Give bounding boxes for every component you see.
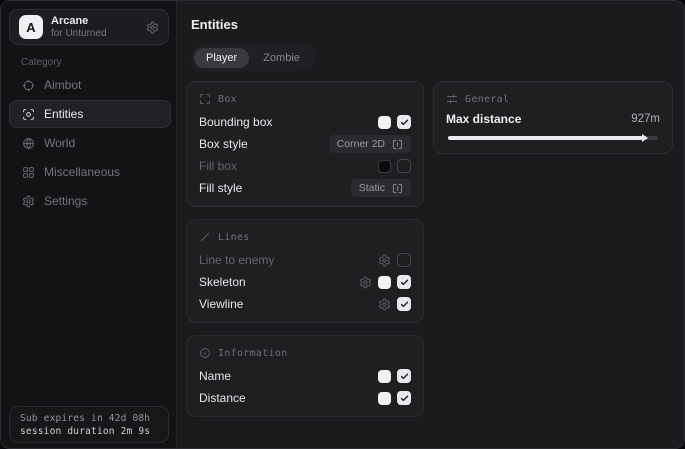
app-header-card: A Arcane for Unturned [9, 9, 169, 45]
skeleton-color-swatch[interactable] [378, 276, 391, 289]
bounding-box-checkbox[interactable] [397, 115, 411, 129]
box-section-card: Box Bounding box Box style Corner 2D [186, 81, 424, 207]
session-duration-text: session duration 2m 9s [20, 426, 158, 437]
sliders-icon [446, 93, 458, 105]
sidebar-item-label: World [44, 136, 75, 150]
max-distance-value: 927m [631, 113, 660, 125]
sidebar-item-settings[interactable]: Settings [9, 187, 171, 215]
information-section-card: Information Name Distance [186, 335, 424, 417]
sidebar-item-label: Settings [44, 194, 87, 208]
viewline-gear-icon[interactable] [378, 298, 391, 311]
sidebar-item-entities[interactable]: Entities [9, 100, 171, 128]
fill-box-label: Fill box [199, 159, 237, 173]
distance-color-swatch[interactable] [378, 392, 391, 405]
viewline-row: Viewline [199, 293, 411, 315]
info-icon [199, 347, 211, 359]
main-content: Entities Player Zombie Box Bounding box [177, 1, 684, 448]
skeleton-row: Skeleton [199, 271, 411, 293]
general-section-card: General Max distance 927m [433, 81, 673, 154]
app-window: A Arcane for Unturned Category Aimbot En… [0, 0, 685, 449]
gear-icon [22, 195, 35, 208]
sidebar-nav: Aimbot Entities World Miscellaneous Sett… [9, 71, 171, 215]
settings-column-right: General Max distance 927m [433, 81, 673, 166]
settings-column-left: Box Bounding box Box style Corner 2D [186, 81, 424, 429]
lines-section-header: Lines [199, 228, 411, 246]
sidebar-item-aimbot[interactable]: Aimbot [9, 71, 171, 99]
max-distance-label: Max distance [446, 112, 521, 126]
app-subtitle: for Unturned [51, 28, 107, 40]
box-style-row: Box style Corner 2D [199, 133, 411, 155]
section-title: Box [218, 94, 237, 105]
entities-scan-icon [22, 108, 35, 121]
select-icon [392, 183, 403, 194]
sidebar-item-label: Entities [44, 107, 83, 121]
sub-expiry-text: Sub expires in 42d 08h [20, 413, 158, 424]
box-select-icon [199, 93, 211, 105]
fill-style-row: Fill style Static [199, 177, 411, 199]
lines-section-card: Lines Line to enemy Skeleton [186, 219, 424, 323]
page-title: Entities [191, 17, 238, 32]
name-color-swatch[interactable] [378, 370, 391, 383]
bounding-box-color-swatch[interactable] [378, 116, 391, 129]
line-to-enemy-gear-icon[interactable] [378, 254, 391, 267]
sidebar-item-label: Miscellaneous [44, 165, 120, 179]
bounding-box-label: Bounding box [199, 115, 272, 129]
tab-zombie[interactable]: Zombie [251, 48, 312, 68]
globe-icon [22, 137, 35, 150]
app-settings-gear-icon[interactable] [146, 21, 159, 34]
line-to-enemy-label: Line to enemy [199, 253, 274, 267]
line-to-enemy-row: Line to enemy [199, 249, 411, 271]
fill-box-color-swatch[interactable] [378, 160, 391, 173]
grid-icon [22, 166, 35, 179]
fill-style-label: Fill style [199, 181, 242, 195]
skeleton-gear-icon[interactable] [359, 276, 372, 289]
viewline-label: Viewline [199, 297, 243, 311]
box-style-dropdown[interactable]: Corner 2D [329, 135, 411, 153]
select-icon [392, 139, 403, 150]
slider-fill-and-thumb[interactable] [448, 136, 643, 140]
box-style-label: Box style [199, 137, 248, 151]
sidebar-item-label: Aimbot [44, 78, 81, 92]
name-checkbox[interactable] [397, 369, 411, 383]
sidebar: A Arcane for Unturned Category Aimbot En… [1, 1, 177, 448]
box-section-header: Box [199, 90, 411, 108]
section-title: Information [218, 348, 288, 359]
fill-box-row: Fill box [199, 155, 411, 177]
app-logo: A [19, 15, 43, 39]
sidebar-item-world[interactable]: World [9, 129, 171, 157]
subscription-info-card: Sub expires in 42d 08h session duration … [9, 406, 169, 443]
max-distance-row: Max distance 927m [446, 112, 660, 126]
category-label: Category [21, 57, 62, 68]
distance-row: Distance [199, 387, 411, 409]
information-section-header: Information [199, 344, 411, 362]
viewline-checkbox[interactable] [397, 297, 411, 311]
box-style-value: Corner 2D [337, 138, 385, 150]
fill-style-dropdown[interactable]: Static [351, 179, 411, 197]
diagonal-line-icon [199, 231, 211, 243]
entity-tabs: Player Zombie [191, 45, 315, 71]
skeleton-checkbox[interactable] [397, 275, 411, 289]
line-to-enemy-checkbox[interactable] [397, 253, 411, 267]
bounding-box-row: Bounding box [199, 111, 411, 133]
name-row: Name [199, 365, 411, 387]
skeleton-label: Skeleton [199, 275, 246, 289]
sidebar-item-miscellaneous[interactable]: Miscellaneous [9, 158, 171, 186]
distance-checkbox[interactable] [397, 391, 411, 405]
fill-box-checkbox[interactable] [397, 159, 411, 173]
section-title: General [465, 94, 509, 105]
app-name: Arcane [51, 15, 107, 28]
section-title: Lines [218, 232, 250, 243]
max-distance-slider[interactable] [448, 136, 658, 140]
fill-style-value: Static [359, 182, 385, 194]
crosshair-icon [22, 79, 35, 92]
name-label: Name [199, 369, 231, 383]
tab-player[interactable]: Player [194, 48, 249, 68]
general-section-header: General [446, 90, 660, 108]
distance-label: Distance [199, 391, 246, 405]
